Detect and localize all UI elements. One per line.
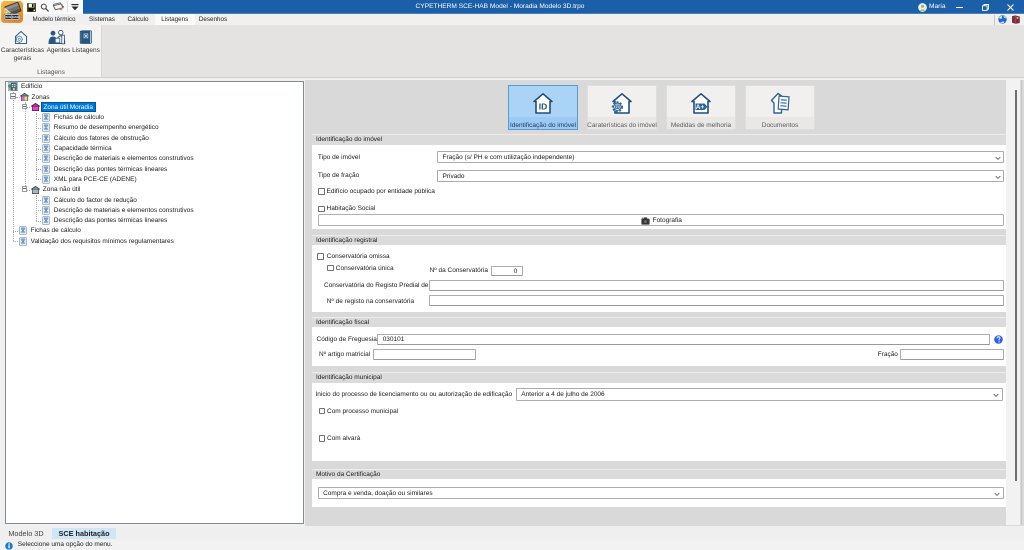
svg-text:HAB: HAB bbox=[12, 15, 19, 19]
svg-text:SCE: SCE bbox=[5, 15, 11, 19]
svg-text:ID: ID bbox=[539, 101, 548, 111]
svg-text:A+: A+ bbox=[696, 104, 705, 111]
